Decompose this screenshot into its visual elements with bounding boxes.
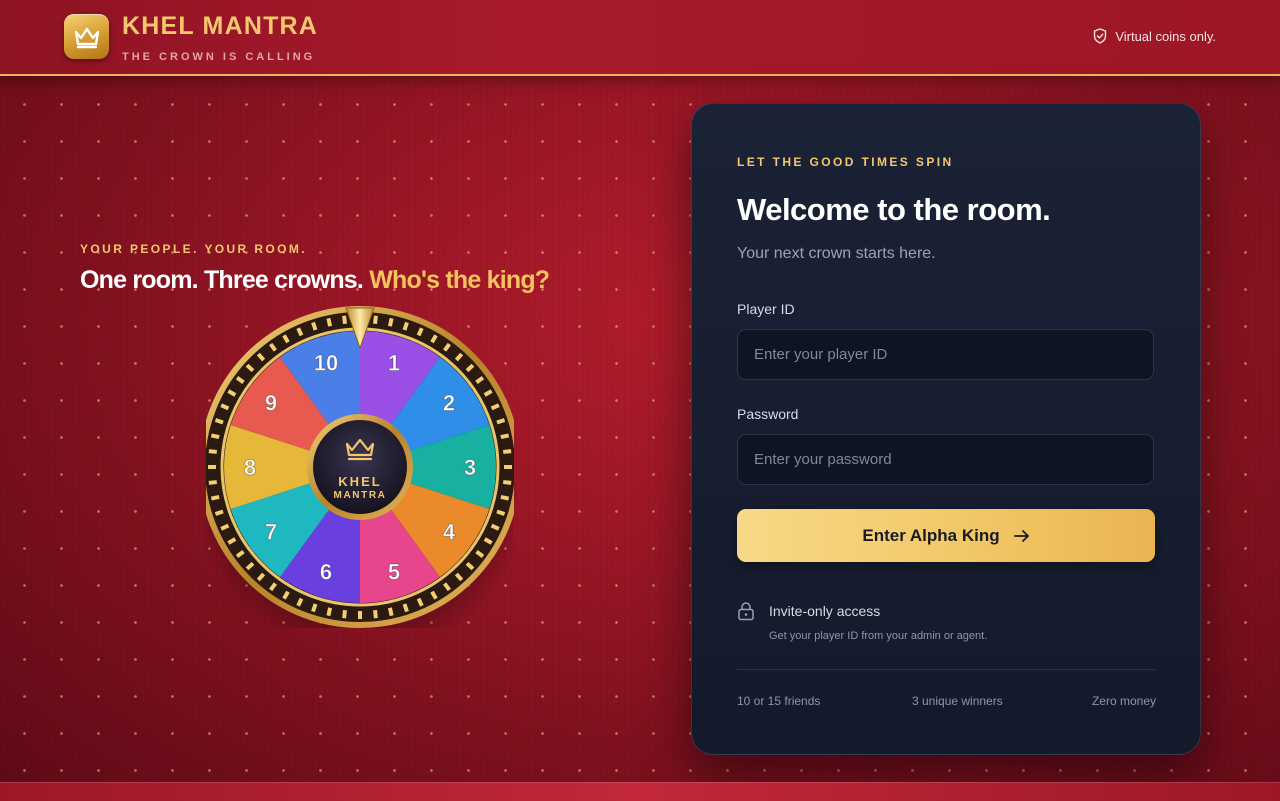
stat-money: Zero money bbox=[1091, 694, 1156, 708]
player-id-input[interactable] bbox=[737, 329, 1154, 380]
enter-button[interactable]: Enter Alpha King bbox=[737, 509, 1155, 562]
card-subtitle: Your next crown starts here. bbox=[737, 245, 936, 262]
wheel-number-9: 9 bbox=[265, 390, 277, 415]
bottom-strip bbox=[0, 782, 1280, 801]
rim-stud bbox=[208, 465, 216, 469]
wheel-number-5: 5 bbox=[388, 560, 400, 585]
player-id-label: Player ID bbox=[737, 301, 795, 317]
rim-stud bbox=[208, 449, 217, 454]
rim-stud bbox=[373, 610, 378, 619]
hero-title: One room. Three crowns. Who's the king? bbox=[80, 266, 550, 295]
login-card: LET THE GOOD TIMES SPIN Welcome to the r… bbox=[691, 103, 1201, 755]
enter-button-label: Enter Alpha King bbox=[862, 525, 1000, 545]
wheel-number-7: 7 bbox=[265, 520, 277, 545]
rim-stud bbox=[342, 610, 347, 619]
top-header: KHEL MANTRA THE CROWN IS CALLING Virtual… bbox=[0, 0, 1280, 76]
wheel-number-2: 2 bbox=[443, 390, 455, 415]
brand-name: KHEL MANTRA bbox=[122, 12, 319, 40]
logo-badge[interactable] bbox=[64, 14, 109, 59]
arrow-right-icon bbox=[1013, 529, 1029, 542]
card-title: Welcome to the room. bbox=[737, 192, 1051, 227]
crown-icon bbox=[74, 27, 99, 48]
stat-friends: 10 or 15 friends bbox=[737, 694, 821, 708]
hero-title-main: One room. Three crowns. bbox=[80, 266, 364, 294]
rim-stud bbox=[504, 465, 512, 469]
stat-winners: 3 unique winners bbox=[912, 694, 1003, 708]
wheel-number-8: 8 bbox=[244, 455, 256, 480]
hero-eyebrow: YOUR PEOPLE. YOUR ROOM. bbox=[80, 242, 308, 256]
wheel-number-6: 6 bbox=[320, 560, 332, 585]
rim-stud bbox=[503, 449, 512, 454]
rim-stud bbox=[373, 315, 378, 324]
wheel-number-10: 10 bbox=[314, 350, 338, 375]
wheel-number-3: 3 bbox=[464, 455, 476, 480]
invite-title: Invite-only access bbox=[769, 603, 881, 619]
brand-tagline: THE CROWN IS CALLING bbox=[122, 51, 316, 63]
rim-stud bbox=[208, 480, 217, 485]
hero-title-accent: Who's the king? bbox=[369, 266, 550, 294]
hub-text-line2: MANTRA bbox=[334, 490, 387, 501]
card-eyebrow: LET THE GOOD TIMES SPIN bbox=[737, 155, 954, 169]
hub-text-line1: KHEL bbox=[338, 474, 381, 489]
rim-stud bbox=[342, 315, 347, 324]
rim-stud bbox=[503, 480, 512, 485]
rim-stud bbox=[358, 611, 362, 619]
wheel-number-4: 4 bbox=[443, 520, 456, 545]
invite-subtitle: Get your player ID from your admin or ag… bbox=[769, 630, 988, 642]
lock-icon bbox=[738, 602, 754, 621]
password-label: Password bbox=[737, 406, 799, 422]
password-input[interactable] bbox=[737, 434, 1154, 485]
virtual-note-text: Virtual coins only. bbox=[1115, 28, 1216, 44]
shield-check-icon bbox=[1094, 28, 1107, 44]
wheel-number-1: 1 bbox=[388, 350, 400, 375]
card-divider bbox=[737, 669, 1155, 670]
spin-wheel[interactable]: 1 2 3 4 5 6 7 8 9 10 KHEL MANTRA bbox=[206, 306, 514, 628]
virtual-coins-note: Virtual coins only. bbox=[1093, 28, 1216, 44]
